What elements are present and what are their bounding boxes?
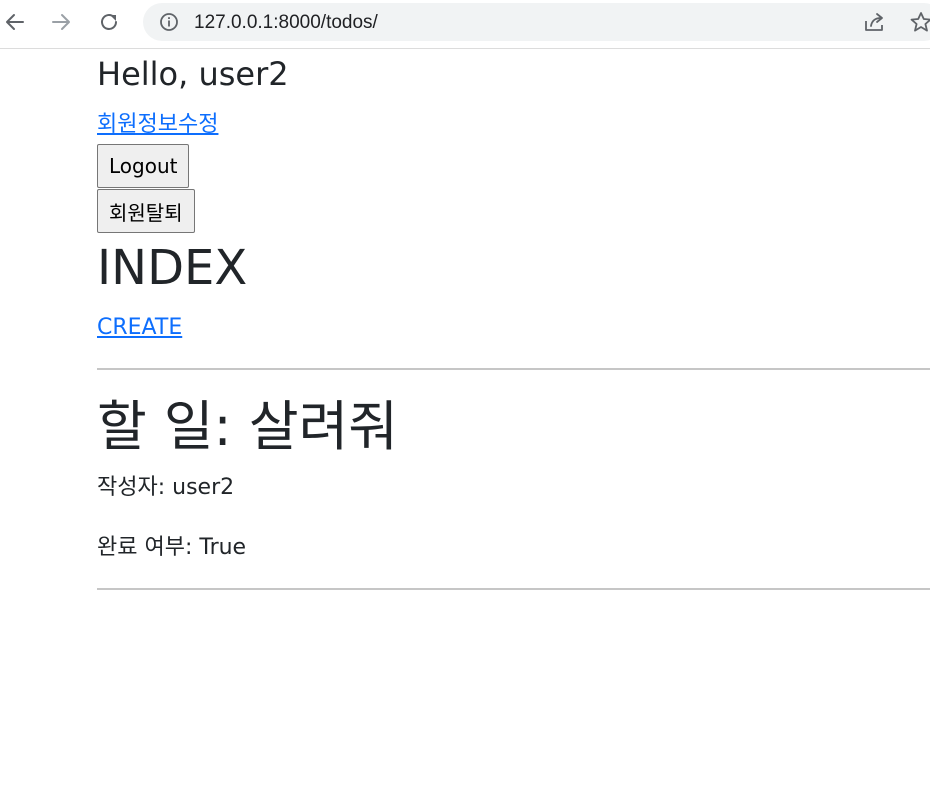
reload-button[interactable] — [94, 7, 124, 37]
forward-button[interactable] — [46, 7, 76, 37]
reload-icon — [101, 14, 117, 30]
browser-toolbar: 127.0.0.1:8000/todos/ — [0, 0, 930, 49]
back-icon — [6, 14, 24, 30]
forward-icon — [52, 14, 70, 30]
address-bar[interactable]: 127.0.0.1:8000/todos/ — [143, 3, 930, 41]
withdraw-account-button[interactable]: 회원탈퇴 — [97, 189, 195, 233]
share-icon[interactable] — [863, 11, 887, 37]
bookmark-star-icon[interactable] — [909, 11, 930, 37]
edit-profile-link[interactable]: 회원정보수정 — [97, 110, 218, 140]
info-icon[interactable] — [159, 12, 179, 32]
logout-button[interactable]: Logout — [97, 144, 190, 188]
todo-completed-status: 완료 여부: True — [97, 535, 247, 560]
page-title: INDEX — [97, 240, 248, 296]
back-button[interactable] — [0, 7, 30, 37]
divider — [97, 368, 930, 370]
todo-title: 할 일: 살려줘 — [97, 395, 398, 458]
divider — [97, 588, 930, 590]
greeting-heading: Hello, user2 — [97, 55, 289, 93]
todo-author: 작성자: user2 — [97, 475, 235, 500]
create-link[interactable]: CREATE — [97, 313, 182, 343]
url-text[interactable]: 127.0.0.1:8000/todos/ — [194, 12, 378, 34]
